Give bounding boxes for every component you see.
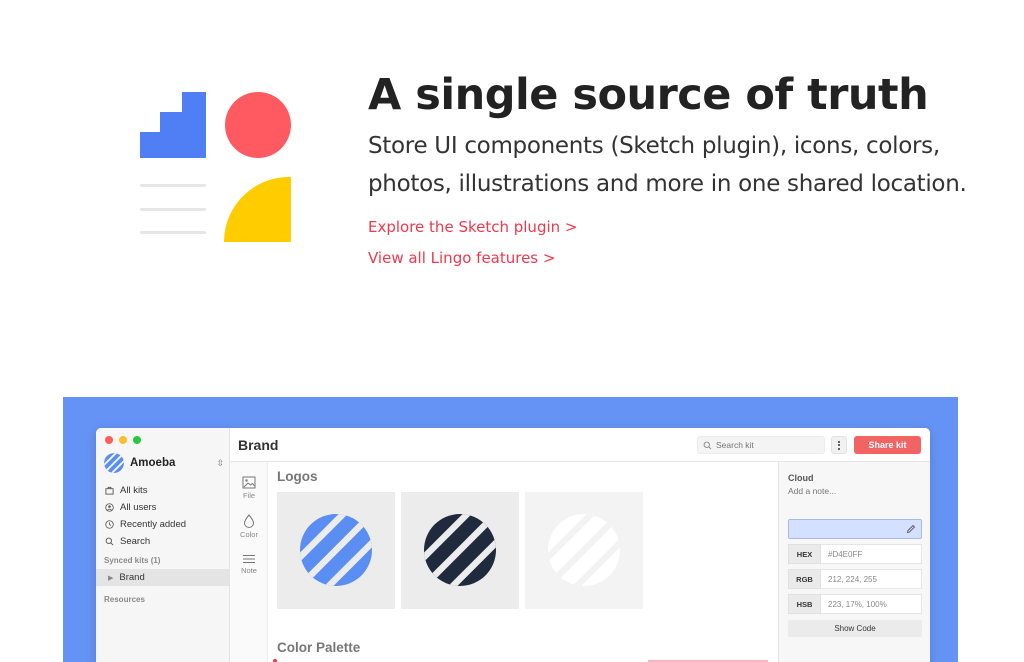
color-palette-group-title: Color Palette xyxy=(277,640,361,655)
yellow-quarter-shape xyxy=(224,176,291,242)
hero-subtitle: Store UI components (Sketch plugin), ico… xyxy=(368,133,967,197)
sidebar-item-all-kits[interactable]: All kits xyxy=(104,482,230,499)
workspace-switcher[interactable]: Amoeba ⇳ xyxy=(104,453,224,473)
kit-label: Brand xyxy=(119,572,145,583)
clock-icon xyxy=(104,519,115,530)
tool-color[interactable]: Color xyxy=(230,514,268,539)
app-window: Amoeba ⇳ All kits All users Recently add… xyxy=(96,428,930,662)
kit-search[interactable] xyxy=(697,436,825,454)
show-code-button[interactable]: Show Code xyxy=(788,620,922,637)
synced-kits-label: Synced kits (1) xyxy=(104,556,161,565)
window-controls xyxy=(105,436,141,444)
explore-sketch-plugin-link[interactable]: Explore the Sketch plugin > xyxy=(368,218,577,236)
hsb-value[interactable]: 223, 17%, 100% xyxy=(821,594,922,614)
caret-right-icon: ▶ xyxy=(108,574,114,582)
tool-label: File xyxy=(242,491,256,500)
logo-tile-blue[interactable] xyxy=(277,492,395,609)
top-bar: Brand Share kit xyxy=(230,428,930,462)
chevron-updown-icon: ⇳ xyxy=(216,457,224,468)
kit-icon xyxy=(104,485,115,496)
tool-label: Note xyxy=(241,566,257,575)
hero-illustration xyxy=(140,92,291,242)
note-lines-icon xyxy=(243,555,255,563)
resources-label[interactable]: Resources xyxy=(104,595,145,604)
sidebar-item-label: Recently added xyxy=(120,519,187,530)
text-line-2 xyxy=(140,208,206,211)
tool-rail: File Color Note xyxy=(230,462,268,662)
sidebar-nav: All kits All users Recently added Search xyxy=(104,482,230,550)
sidebar-item-label: Search xyxy=(120,536,151,547)
note-input[interactable] xyxy=(788,486,918,496)
maximize-window-button[interactable] xyxy=(133,436,141,444)
logo-tile-white[interactable] xyxy=(525,492,643,609)
pencil-edit-icon[interactable] xyxy=(906,524,916,534)
amoeba-logo-dark-icon xyxy=(424,514,496,586)
logo-tile-dark[interactable] xyxy=(401,492,519,609)
sidebar-item-label: All kits xyxy=(120,485,148,496)
amoeba-logo-white-icon xyxy=(548,514,620,586)
text-line-1 xyxy=(140,184,206,187)
user-icon xyxy=(104,502,115,513)
blue-stairs-shape xyxy=(140,92,206,158)
more-options-button[interactable] xyxy=(831,436,847,454)
share-kit-button[interactable]: Share kit xyxy=(854,436,921,454)
hex-value[interactable]: #D4E0FF xyxy=(821,544,922,564)
search-input[interactable] xyxy=(716,440,816,450)
main-panel: Brand Share kit File Color Note xyxy=(230,428,930,662)
red-circle-shape xyxy=(225,92,291,158)
dot xyxy=(838,444,840,446)
dot xyxy=(838,447,840,450)
text-line-3 xyxy=(140,231,206,234)
workspace-name: Amoeba xyxy=(130,457,176,469)
search-icon xyxy=(703,441,712,449)
tool-note[interactable]: Note xyxy=(230,554,268,575)
sidebar-item-search[interactable]: Search xyxy=(104,533,230,550)
hsb-row: HSB 223, 17%, 100% xyxy=(788,594,922,614)
hex-row: HEX #D4E0FF xyxy=(788,544,922,564)
dot xyxy=(838,440,840,443)
tool-label: Color xyxy=(240,530,258,539)
amoeba-logo-blue-icon xyxy=(300,514,372,586)
hex-label: HEX xyxy=(788,544,821,564)
sidebar-item-label: All users xyxy=(120,502,157,513)
hero-title: A single source of truth xyxy=(368,70,929,120)
droplet-icon xyxy=(243,514,255,528)
search-icon xyxy=(104,536,115,547)
close-window-button[interactable] xyxy=(105,436,113,444)
sidebar-item-all-users[interactable]: All users xyxy=(104,499,230,516)
hsb-label: HSB xyxy=(788,594,821,614)
view-all-features-link[interactable]: View all Lingo features > xyxy=(368,249,555,267)
rgb-value[interactable]: 212, 224, 255 xyxy=(821,569,922,589)
amoeba-logo-icon xyxy=(104,453,124,473)
color-swatch-preview[interactable] xyxy=(788,519,922,539)
minimize-window-button[interactable] xyxy=(119,436,127,444)
sidebar-kit-brand[interactable]: ▶ Brand xyxy=(96,569,229,586)
tool-file[interactable]: File xyxy=(230,476,268,500)
inspector-title: Cloud xyxy=(788,473,814,483)
kit-content: Logos Color Palette xyxy=(268,462,778,662)
logos-group-title: Logos xyxy=(277,469,318,484)
inspector-panel: Cloud HEX #D4E0FF RGB 212, 224, 255 HSB … xyxy=(778,462,930,662)
rgb-label: RGB xyxy=(788,569,821,589)
sidebar: Amoeba ⇳ All kits All users Recently add… xyxy=(96,428,230,662)
page-title: Brand xyxy=(238,437,279,453)
image-file-icon xyxy=(242,476,256,489)
sidebar-item-recently-added[interactable]: Recently added xyxy=(104,516,230,533)
rgb-row: RGB 212, 224, 255 xyxy=(788,569,922,589)
